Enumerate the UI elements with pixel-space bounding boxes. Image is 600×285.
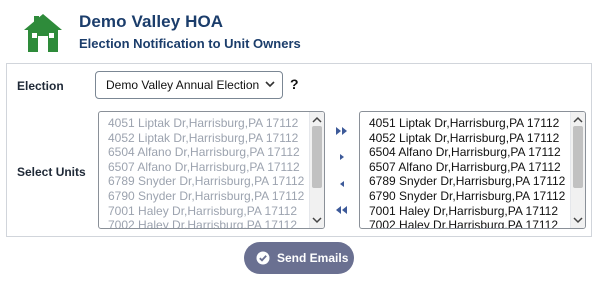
scroll-down-icon[interactable]	[310, 214, 324, 226]
election-form: Election Demo Valley Annual Election ? S…	[6, 63, 592, 237]
election-label: Election	[17, 79, 64, 93]
scroll-down-icon[interactable]	[571, 214, 585, 226]
scrollbar-thumb[interactable]	[573, 126, 583, 188]
chevron-down-icon	[265, 81, 275, 88]
send-emails-label: Send Emails	[277, 251, 349, 265]
available-units-list[interactable]: 4051 Liptak Dr,Harrisburg,PA 17112 4052 L…	[98, 111, 325, 229]
list-item[interactable]: 7001 Haley Dr,Harrisburg,PA 17112	[360, 204, 569, 219]
list-item[interactable]: 6504 Alfano Dr,Harrisburg,PA 17112	[99, 145, 308, 160]
list-item[interactable]: 4051 Liptak Dr,Harrisburg,PA 17112	[360, 116, 569, 131]
move-all-left-button[interactable]	[332, 203, 352, 217]
list-item[interactable]: 6790 Snyder Dr,Harrisburg,PA 17112	[360, 189, 569, 204]
list-item[interactable]: 6790 Snyder Dr,Harrisburg,PA 17112	[99, 189, 308, 204]
hoa-title: Demo Valley HOA	[79, 12, 224, 31]
scroll-up-icon[interactable]	[310, 114, 324, 126]
election-select[interactable]: Demo Valley Annual Election	[95, 71, 283, 99]
scrollbar-thumb[interactable]	[312, 126, 322, 188]
list-item[interactable]: 6789 Snyder Dr,Harrisburg,PA 17112	[99, 174, 308, 189]
scroll-up-icon[interactable]	[571, 114, 585, 126]
list-item[interactable]: 4052 Liptak Dr,Harrisburg,PA 17112	[360, 131, 569, 146]
selected-units-list[interactable]: 4051 Liptak Dr,Harrisburg,PA 17112 4052 L…	[359, 111, 586, 229]
move-left-button[interactable]	[332, 177, 352, 191]
page-header: Demo Valley HOA Election Notification to…	[0, 0, 600, 62]
move-right-button[interactable]	[332, 150, 352, 164]
list-item[interactable]: 4051 Liptak Dr,Harrisburg,PA 17112	[99, 116, 308, 131]
list-item[interactable]: 6507 Alfano Dr,Harrisburg,PA 17112	[99, 160, 308, 175]
move-all-right-button[interactable]	[332, 124, 352, 138]
select-units-label: Select Units	[17, 165, 86, 179]
available-units-scrollbar[interactable]	[309, 112, 324, 228]
move-left-icon	[340, 181, 344, 187]
list-item[interactable]: 7002 Haley Dr,Harrisburg,PA 17112	[360, 218, 569, 228]
send-emails-button[interactable]: Send Emails	[244, 242, 354, 274]
list-item[interactable]: 4052 Liptak Dr,Harrisburg,PA 17112	[99, 131, 308, 146]
check-circle-icon	[256, 251, 270, 265]
move-all-left-icon	[336, 206, 347, 214]
list-item[interactable]: 6504 Alfano Dr,Harrisburg,PA 17112	[360, 145, 569, 160]
move-all-right-icon	[336, 127, 347, 135]
list-item[interactable]: 6507 Alfano Dr,Harrisburg,PA 17112	[360, 160, 569, 175]
election-select-value: Demo Valley Annual Election	[106, 78, 260, 92]
list-item[interactable]: 6789 Snyder Dr,Harrisburg,PA 17112	[360, 174, 569, 189]
house-icon	[24, 14, 62, 52]
selected-units-scrollbar[interactable]	[570, 112, 585, 228]
list-item[interactable]: 7002 Haley Dr,Harrisburg,PA 17112	[99, 218, 308, 228]
help-icon[interactable]: ?	[290, 76, 299, 92]
list-item[interactable]: 7001 Haley Dr,Harrisburg,PA 17112	[99, 204, 308, 219]
page-subtitle: Election Notification to Unit Owners	[79, 36, 301, 51]
move-right-icon	[340, 154, 344, 160]
